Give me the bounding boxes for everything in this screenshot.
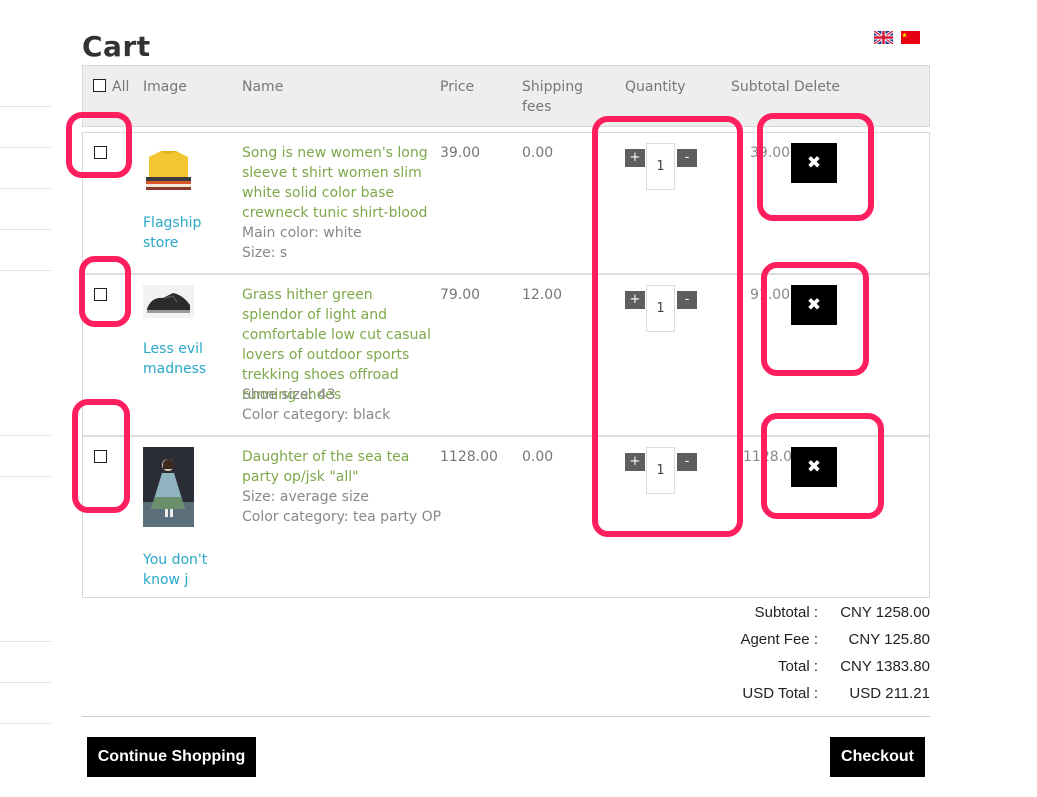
product-name-link[interactable]: Daughter of the sea tea party op/jsk "al… [242,447,434,487]
sidebar-divider [0,641,51,642]
usd-total-label: USD Total : [742,685,818,702]
shipping-fee: 12.00 [522,287,563,303]
sidebar-divider [0,188,51,189]
sneaker-image[interactable] [143,285,194,318]
totals-row: Subtotal : CNY 1258.00 [700,604,930,628]
totals-row: Agent Fee : CNY 125.80 [700,631,930,655]
product-name-link[interactable]: Song is new women's long sleeve t shirt … [242,143,434,223]
sidebar-divider [0,682,51,683]
product-attribute: Shoe size: 43 [242,387,336,403]
highlight-box [757,113,874,221]
highlight-box [592,116,743,537]
highlight-box [72,399,130,513]
unit-price: 79.00 [440,287,481,303]
left-sidebar-edge [0,0,51,797]
usd-total-value: USD 211.21 [849,685,930,702]
sidebar-divider [0,229,51,230]
total-value: CNY 1383.80 [840,658,930,675]
sidebar-divider [0,147,51,148]
header-subtotal: Subtotal [731,79,790,95]
highlight-box [79,256,131,327]
product-attribute: Color category: tea party OP [242,509,442,525]
highlight-box [761,413,884,519]
uk-flag-icon[interactable] [874,31,893,44]
subtotal-value: CNY 1258.00 [840,604,930,621]
subtotal-label: Subtotal : [754,604,818,621]
header-price: Price [440,79,475,95]
checkout-button[interactable]: Checkout [830,737,925,777]
shipping-fee: 0.00 [522,449,554,465]
header-image: Image [143,79,187,95]
footer-divider [82,716,930,717]
sidebar-divider [0,723,51,724]
dress-photo-image[interactable] [143,447,194,527]
product-attribute: Size: average size [242,489,369,505]
store-link[interactable]: Less evil madness [143,339,239,379]
highlight-box [66,112,132,178]
china-flag-icon[interactable] [901,31,920,44]
unit-price: 39.00 [440,145,481,161]
folded-shirts-image[interactable] [143,143,194,193]
product-attribute: Color category: black [242,407,391,423]
page-title: Cart [82,30,151,63]
product-attribute: Size: s [242,245,288,261]
sidebar-divider [0,476,51,477]
header-name: Name [242,79,284,95]
unit-price: 1128.00 [440,449,498,465]
header-delete: Delete [794,79,840,95]
totals-row: USD Total : USD 211.21 [700,685,930,709]
totals-row: Total : CNY 1383.80 [700,658,930,682]
header-quantity: Quantity [625,79,686,95]
sidebar-divider [0,435,51,436]
sidebar-divider [0,270,51,271]
select-all-checkbox[interactable] [93,79,106,92]
header-shipping-fees: Shipping fees [522,79,584,115]
agent-fee-label: Agent Fee : [740,631,818,648]
highlight-box [761,262,869,376]
shipping-fee: 0.00 [522,145,554,161]
store-link[interactable]: Flagship store [143,213,239,253]
product-attribute: Main color: white [242,225,362,241]
store-link[interactable]: You don't know j [143,550,239,590]
agent-fee-value: CNY 125.80 [848,631,930,648]
sidebar-divider [0,106,51,107]
continue-shopping-button[interactable]: Continue Shopping [87,737,256,777]
total-label: Total : [777,658,818,675]
header-all: All [112,79,130,95]
